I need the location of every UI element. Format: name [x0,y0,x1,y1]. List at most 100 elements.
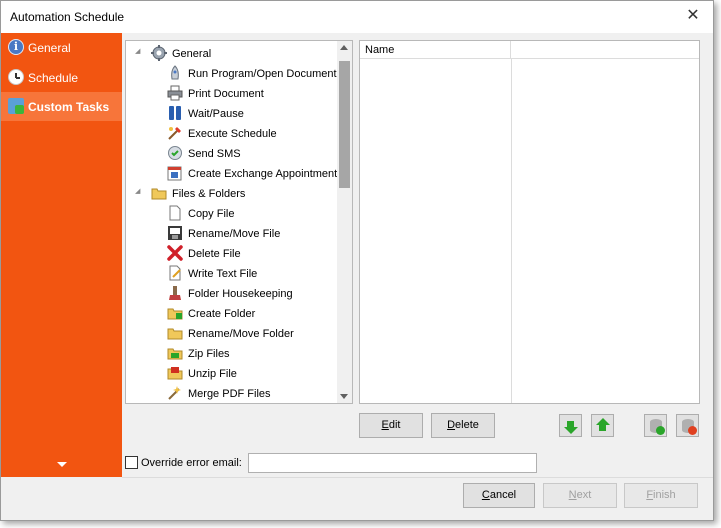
tree-item-rename-move-file[interactable]: Rename/Move File [126,223,336,243]
tree-item-label: Send SMS [188,148,241,160]
merge-pdf-icon [168,386,181,400]
arrow-up-shaft [599,425,606,431]
tree-group-label: Files & Folders [172,188,246,200]
tree-item-create-exchange-appointment[interactable]: Create Exchange Appointment [126,163,338,183]
tree-item-folder-housekeeping[interactable]: Folder Housekeeping [126,283,336,303]
scroll-up-icon[interactable] [340,45,348,50]
tree-item-label: Create Folder [188,308,256,320]
close-button[interactable]: ✕ [681,5,705,27]
move-up-button[interactable] [591,414,614,437]
delete-x-icon [167,245,183,261]
export-badge-icon [688,426,697,435]
tree-item-label: Run Program/Open Document [188,68,337,80]
tree-item-create-folder[interactable]: Create Folder [126,303,336,323]
sidebar-item-label: Schedule [28,71,79,85]
sidebar-item-custom-tasks[interactable]: Custom Tasks [1,92,122,121]
import-badge-icon [656,426,665,435]
scroll-down-icon[interactable] [340,394,348,399]
tree-group-general[interactable]: ◢ General [126,43,336,63]
edit-label-mnemonic: E [381,419,389,431]
unzip-icon [167,367,183,380]
sidebar: i General Schedule Custom Tasks [1,33,122,477]
next-label-post: ext [576,489,592,501]
tree-item-delete-file[interactable]: Delete File [126,243,336,263]
sidebar-item-schedule[interactable]: Schedule [1,63,122,92]
clock-icon [8,69,24,85]
tree-item-run-program[interactable]: Run Program/Open Document [126,63,337,83]
edit-label-post: dit [388,419,401,431]
tree-item-copy-file[interactable]: Copy File [126,203,336,223]
collapse-triangle-icon[interactable]: ◢ [135,187,140,195]
custom-tasks-icon [8,98,24,114]
tree-item-merge-pdf-files[interactable]: Merge PDF Files [126,383,336,403]
tree-item-label: Merge PDF Files [188,388,271,400]
copy-file-icon [169,205,181,221]
tree-item-send-sms[interactable]: Send SMS [126,143,336,163]
automation-schedule-window: Automation Schedule ✕ i General Schedule… [0,0,714,521]
delete-button[interactable]: Delete [431,413,495,438]
finish-button[interactable]: Finish [624,483,698,508]
sidebar-item-general[interactable]: i General [1,33,122,62]
cancel-label-post: ancel [489,489,517,501]
gear-icon [151,45,167,61]
folder-icon [151,188,167,200]
tree-group-files-folders[interactable]: ◢ Files & Folders [126,183,336,203]
tree-group-label: General [172,48,212,60]
move-down-button[interactable] [559,414,582,437]
override-email-input[interactable] [248,453,537,473]
tree-item-label: Rename/Move Folder [188,328,294,340]
scroll-thumb[interactable] [339,61,350,188]
title-bar: Automation Schedule ✕ [1,1,713,33]
sms-icon [168,146,182,160]
footer-divider [122,477,713,478]
tree-item-label: Print Document [188,88,264,100]
tree-item-label: Copy File [188,208,235,220]
arrow-down-icon [564,427,578,434]
collapse-triangle-icon[interactable]: ◢ [135,47,140,55]
tree-item-label: Wait/Pause [188,108,244,120]
sidebar-expand-arrow-icon[interactable] [57,462,67,467]
tree-item-label: Zip Files [188,348,230,360]
tree-item-wait-pause[interactable]: Wait/Pause [126,103,336,123]
finish-label-post: inish [653,489,676,501]
sidebar-item-label: General [28,41,71,55]
grid-column-divider [511,59,512,403]
custom-tasks-grid[interactable]: Name [359,40,700,404]
column-header-name[interactable]: Name [360,41,511,59]
tree-item-unzip-file[interactable]: Unzip File [126,363,336,383]
delete-label-post: elete [455,419,479,431]
rename-file-icon [168,226,182,240]
tree-item-write-text-file[interactable]: Write Text File [126,263,336,283]
import-tasks-button[interactable] [644,414,667,437]
tree-item-label: Rename/Move File [188,228,281,240]
rename-folder-icon [167,328,183,340]
tree-item-label: Folder Housekeeping [188,288,293,300]
tree-item-label: Delete File [188,248,241,260]
cancel-label-mnemonic: C [481,489,490,501]
tree-item-rename-move-folder[interactable]: Rename/Move Folder [126,323,336,343]
tree-item-label: Create Exchange Appointment [188,168,338,180]
housekeeping-icon [169,286,181,300]
tree-item-execute-schedule[interactable]: Execute Schedule [126,123,336,143]
edit-button[interactable]: Edit [359,413,423,438]
grid-header: Name [360,41,699,59]
override-error-email-checkbox[interactable] [125,456,138,469]
delete-label-mnemonic: D [447,419,456,431]
tree-scrollbar[interactable] [337,41,352,403]
write-text-icon [169,265,181,281]
create-folder-icon [167,308,183,320]
zip-icon [167,348,183,360]
next-button[interactable]: Next [543,483,617,508]
cancel-button[interactable]: Cancel [463,483,535,508]
sidebar-item-label: Custom Tasks [28,100,110,114]
export-tasks-button[interactable] [676,414,699,437]
override-error-email-label: Override error email: [141,457,242,469]
tree-item-label: Write Text File [188,268,258,280]
tree-item-print-document[interactable]: Print Document [126,83,336,103]
pause-icon [169,106,181,120]
tree-item-label: Execute Schedule [188,128,277,140]
tree-item-zip-files[interactable]: Zip Files [126,343,336,363]
next-label-mnemonic: N [568,489,577,501]
window-title: Automation Schedule [10,10,125,24]
tree-item-label: Unzip File [188,368,237,380]
